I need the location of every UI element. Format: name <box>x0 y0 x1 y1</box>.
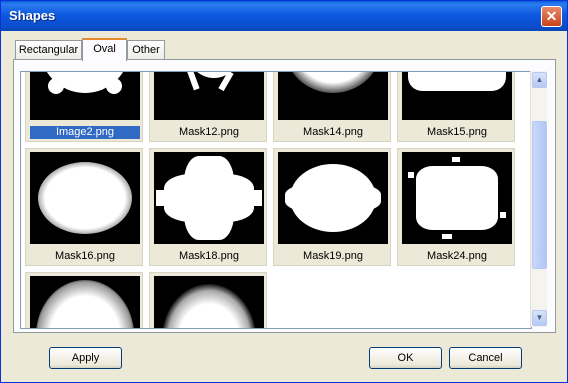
scrollbar-thumb[interactable] <box>532 121 547 269</box>
shape-preview <box>402 72 512 120</box>
shape-preview <box>278 152 388 244</box>
gallery-item-label: Mask14.png <box>303 126 363 138</box>
gallery-item-mask18[interactable]: Mask18.png <box>149 148 267 266</box>
close-button[interactable]: ✕ <box>541 6 562 27</box>
gallery-item-label: Mask15.png <box>427 126 487 138</box>
tab-other[interactable]: Other <box>127 40 165 60</box>
gallery-item-mask16[interactable]: Mask16.png <box>25 148 143 266</box>
gallery-item-mask24[interactable]: Mask24.png <box>397 148 515 266</box>
gallery-item-mask14[interactable]: Mask14.png <box>273 72 391 142</box>
apply-button[interactable]: Apply <box>49 347 122 369</box>
title-bar[interactable]: Shapes ✕ <box>1 1 567 31</box>
gallery-item-mask12[interactable]: Mask12.png <box>149 72 267 142</box>
gallery-item-label: Mask24.png <box>427 250 487 262</box>
window-title: Shapes <box>9 8 56 23</box>
tab-oval[interactable]: Oval <box>82 38 127 61</box>
scroll-down-icon[interactable]: ▼ <box>532 310 547 326</box>
gallery-item[interactable] <box>149 272 267 328</box>
shape-preview <box>278 72 388 120</box>
shape-gallery[interactable]: Image2.png Mask12.png Mask14.png Mask15.… <box>20 71 532 329</box>
scroll-up-icon[interactable]: ▲ <box>532 72 547 88</box>
gallery-item-mask15[interactable]: Mask15.png <box>397 72 515 142</box>
ok-button[interactable]: OK <box>369 347 442 369</box>
gallery-item-label: Image2.png <box>30 126 140 139</box>
shape-preview <box>154 152 264 244</box>
shape-preview <box>402 152 512 244</box>
shapes-dialog: Shapes ✕ Rectangular Oval Other Image2.p… <box>0 0 568 383</box>
gallery-item-label: Mask18.png <box>179 250 239 262</box>
shape-preview <box>30 152 140 244</box>
shape-preview <box>30 72 140 120</box>
gallery-item-label: Mask16.png <box>55 250 115 262</box>
tab-rectangular[interactable]: Rectangular <box>15 40 82 60</box>
vertical-scrollbar[interactable]: ▲ ▼ <box>530 71 547 327</box>
gallery-item[interactable] <box>25 272 143 328</box>
gallery-item-label: Mask19.png <box>303 250 363 262</box>
shape-preview <box>154 72 264 120</box>
gallery-item-label: Mask12.png <box>179 126 239 138</box>
gallery-item-image2[interactable]: Image2.png <box>25 72 143 142</box>
shape-preview <box>154 276 264 328</box>
shape-preview <box>30 276 140 328</box>
gallery-item-mask19[interactable]: Mask19.png <box>273 148 391 266</box>
cancel-button[interactable]: Cancel <box>449 347 522 369</box>
